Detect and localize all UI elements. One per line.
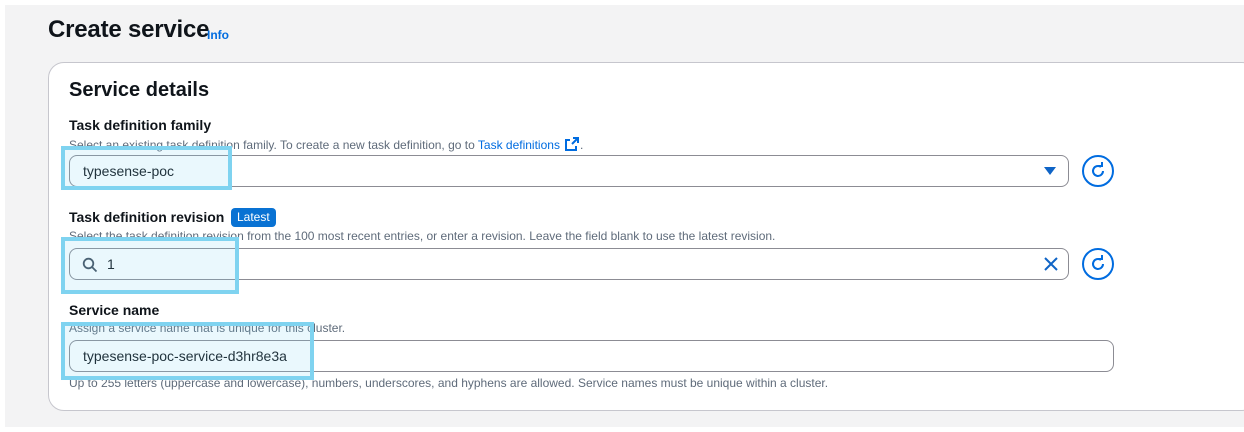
external-link-icon[interactable] xyxy=(564,136,580,152)
task-definition-revision-input[interactable]: 1 xyxy=(69,248,1069,280)
service-name-description: Assign a service name that is unique for… xyxy=(69,321,346,335)
caret-down-icon xyxy=(1044,167,1056,175)
service-name-input[interactable]: typesense-poc-service-d3hr8e3a xyxy=(69,340,1114,372)
task-definition-family-description: Select an existing task definition famil… xyxy=(69,136,583,152)
panel-title: Service details xyxy=(69,79,210,101)
task-definitions-link[interactable]: Task definitions xyxy=(478,138,560,152)
info-link[interactable]: Info xyxy=(207,28,229,42)
refresh-family-button[interactable] xyxy=(1082,155,1114,187)
service-name-value: typesense-poc-service-d3hr8e3a xyxy=(83,348,287,364)
task-definition-family-value: typesense-poc xyxy=(83,163,175,179)
refresh-icon xyxy=(1092,162,1104,177)
search-icon xyxy=(82,257,98,273)
task-definition-family-select[interactable]: typesense-poc xyxy=(69,155,1069,187)
task-definition-family-label: Task definition family xyxy=(69,117,212,133)
service-name-label: Service name xyxy=(69,302,160,318)
service-name-constraint: Up to 255 letters (uppercase and lowerca… xyxy=(69,376,829,390)
page-title: Create service xyxy=(48,16,210,43)
task-definition-family-description-text: Select an existing task definition famil… xyxy=(69,138,478,152)
task-definition-revision-value: 1 xyxy=(107,256,115,272)
task-definition-revision-description: Select the task definition revision from… xyxy=(69,229,776,243)
task-definition-revision-label: Task definition revision xyxy=(69,209,225,225)
latest-badge: Latest xyxy=(231,208,276,227)
refresh-revision-button[interactable] xyxy=(1082,248,1114,280)
task-definition-family-description-end: . xyxy=(579,138,584,152)
close-icon[interactable] xyxy=(1044,257,1058,271)
refresh-icon xyxy=(1092,255,1104,270)
